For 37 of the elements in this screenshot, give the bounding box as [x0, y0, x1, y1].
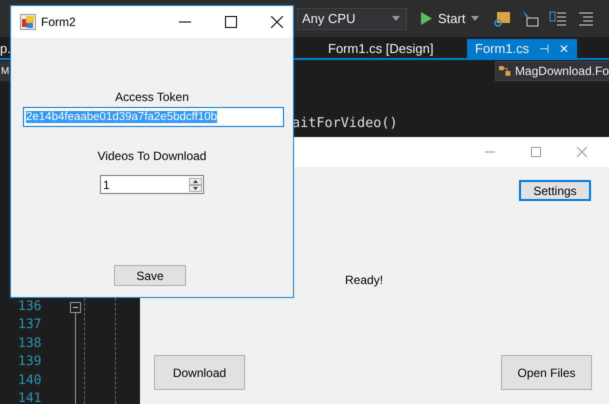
settings-button[interactable]: Settings	[519, 180, 591, 201]
folder-search-icon[interactable]	[493, 10, 512, 28]
tab-label[interactable]: p.	[0, 41, 11, 56]
play-icon	[421, 12, 432, 25]
start-button[interactable]: Start	[417, 9, 484, 28]
close-icon[interactable]: ✕	[559, 42, 570, 56]
line-number: 141	[18, 390, 42, 404]
line-number: 140	[18, 372, 42, 390]
document-tab[interactable]: Form1.cs ⊣ ✕	[467, 39, 578, 58]
download-button[interactable]: Download	[154, 355, 245, 390]
close-icon[interactable]	[271, 16, 283, 28]
pin-icon[interactable]: ⊣	[539, 42, 550, 56]
nav-dropdown[interactable]: MagDownload.Fo	[495, 61, 609, 81]
caret-icon	[471, 16, 480, 21]
document-tab[interactable]: Form1.cs [Design]	[320, 39, 442, 58]
class-icon	[499, 64, 512, 78]
caret-icon	[392, 16, 400, 21]
window-title: Form2	[41, 15, 76, 29]
indent-icon[interactable]	[577, 10, 596, 28]
code-text: aitForVideo()	[292, 115, 398, 131]
status-text: Ready!	[345, 273, 384, 287]
cursor-window-icon[interactable]	[521, 10, 540, 28]
collapse-icon[interactable]	[70, 302, 81, 313]
line-number: 136	[18, 298, 42, 316]
nav-dropdown[interactable]: M	[0, 61, 10, 81]
save-button[interactable]: Save	[114, 265, 186, 286]
field-label: Access Token	[114, 90, 190, 104]
app-icon	[20, 14, 36, 30]
line-number: 139	[18, 353, 42, 372]
open-files-button[interactable]: Open Files	[501, 355, 592, 390]
platform-dropdown[interactable]: Any CPU	[297, 8, 407, 30]
number-spinner[interactable]: 1	[100, 175, 204, 194]
field-label: Videos To Download	[96, 149, 208, 163]
list-icon[interactable]	[549, 10, 568, 28]
maximize-icon[interactable]	[225, 16, 237, 28]
line-number: 137	[18, 316, 42, 334]
line-number: 138	[18, 334, 42, 353]
